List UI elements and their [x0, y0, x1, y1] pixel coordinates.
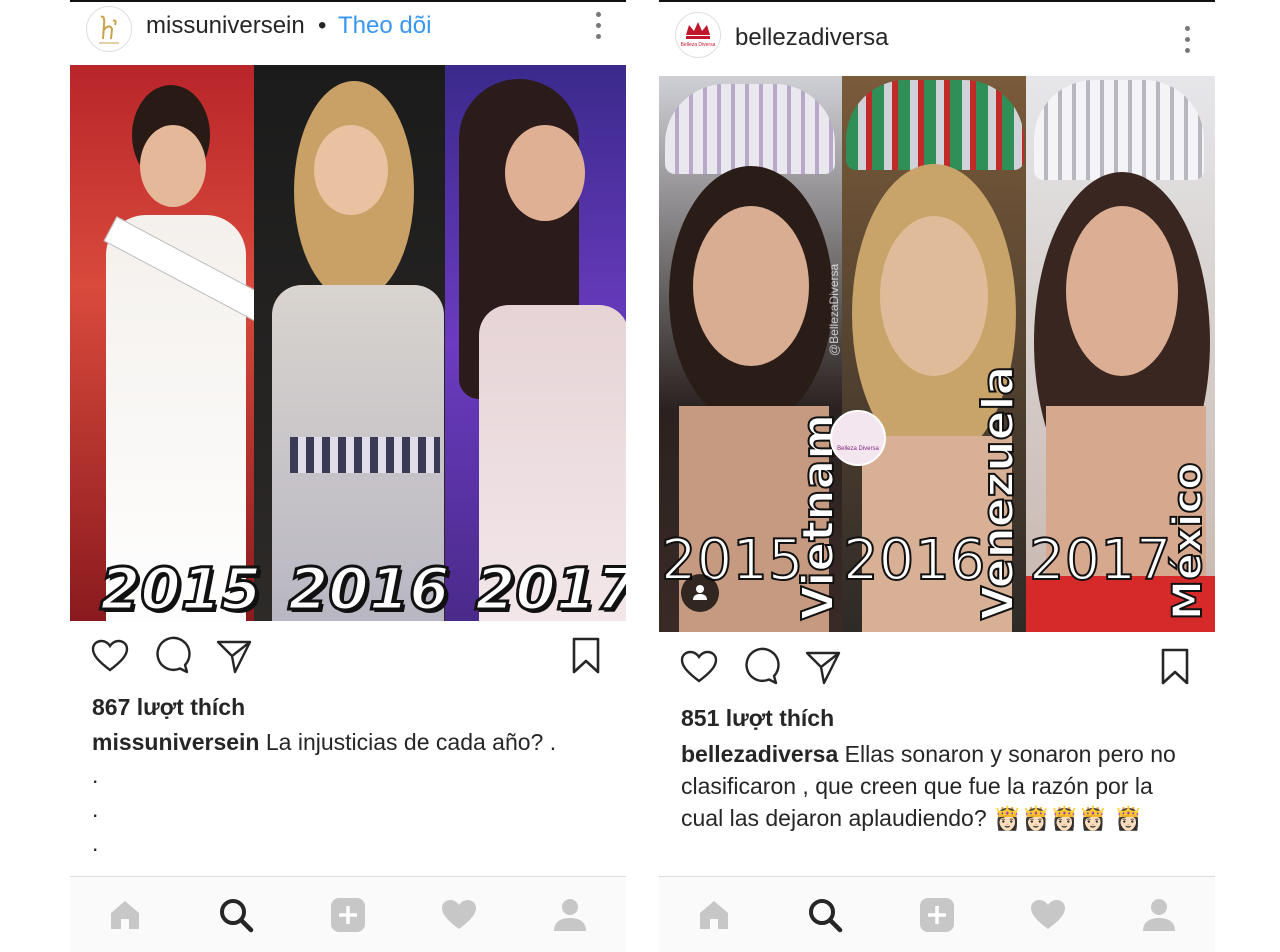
avatar[interactable]: [86, 6, 132, 52]
caption: missuniversein La injusticias de cada añ…: [92, 726, 606, 860]
activity-icon[interactable]: [1028, 895, 1068, 935]
caption-username[interactable]: bellezadiversa: [681, 741, 838, 767]
country-label-mexico: México: [1164, 461, 1212, 621]
caption-username[interactable]: missuniversein: [92, 729, 259, 755]
post-actions: [70, 636, 626, 686]
bottom-nav: [659, 876, 1215, 952]
crown-logo-icon: [676, 13, 720, 57]
more-options-icon[interactable]: [1185, 26, 1191, 56]
bookmark-icon[interactable]: [1155, 647, 1195, 687]
post-username[interactable]: bellezadiversa: [735, 24, 888, 52]
heart-icon[interactable]: [679, 647, 719, 687]
separator-dot: •: [318, 12, 327, 39]
country-label-venezuela: Venezuela: [972, 365, 1025, 621]
tag-people-icon[interactable]: [681, 574, 719, 612]
home-icon[interactable]: [694, 895, 734, 935]
more-options-icon[interactable]: [596, 12, 602, 42]
image-panel-2017: [445, 65, 626, 621]
post-header: missuniversein • Theo dõi: [70, 2, 626, 60]
post-missuniversein: missuniversein • Theo dõi 2015 2016 2017: [70, 0, 626, 952]
activity-icon[interactable]: [439, 895, 479, 935]
share-icon[interactable]: [214, 636, 254, 676]
bottom-nav: [70, 876, 626, 952]
likes-count[interactable]: 867 lượt thích: [92, 694, 245, 721]
post-bellezadiversa: Belleza Diversa bellezadiversa 2015 2016…: [659, 0, 1215, 952]
post-image[interactable]: 2015 2016 2017 Vietnam Venezuela México …: [659, 76, 1215, 632]
follow-button[interactable]: Theo dõi: [338, 12, 431, 40]
caption: bellezadiversa Ellas sonaron y sonaron p…: [681, 738, 1195, 834]
year-label-2015: 2015: [98, 554, 262, 622]
sticker-label: Belleza Diversa: [837, 446, 879, 452]
avatar-logo-icon: [87, 7, 131, 51]
avatar-label: Belleza Diversa: [680, 42, 716, 48]
likes-count[interactable]: 851 lượt thích: [681, 705, 834, 732]
bookmark-icon[interactable]: [566, 636, 606, 676]
home-icon[interactable]: [105, 895, 145, 935]
search-icon[interactable]: [805, 895, 845, 935]
comment-icon[interactable]: [152, 636, 192, 676]
post-actions: [659, 647, 1215, 697]
caption-dot: .: [92, 796, 99, 822]
share-icon[interactable]: [803, 647, 843, 687]
year-label-2016: 2016: [842, 527, 987, 594]
profile-icon[interactable]: [1139, 895, 1179, 935]
profile-icon[interactable]: [550, 895, 590, 935]
caption-text: La injusticias de cada año? .: [265, 729, 557, 755]
caption-dot: .: [92, 830, 99, 856]
post-image[interactable]: 2015 2016 2017: [70, 65, 626, 621]
year-label-2017: 2017: [1028, 527, 1173, 594]
comment-icon[interactable]: [741, 647, 781, 687]
add-icon[interactable]: [328, 895, 368, 935]
heart-icon[interactable]: [90, 636, 130, 676]
emoji-icon: 👸🏻: [1113, 805, 1143, 831]
post-header: Belleza Diversa bellezadiversa: [659, 2, 1215, 60]
watermark: @BellezaDiversa: [827, 263, 841, 356]
caption-dot: .: [92, 762, 99, 788]
search-icon[interactable]: [216, 895, 256, 935]
add-icon[interactable]: [917, 895, 957, 935]
year-label-2016: 2016: [286, 554, 450, 622]
avatar[interactable]: Belleza Diversa: [675, 12, 721, 58]
image-panel-2015: [70, 65, 254, 621]
year-label-2017: 2017: [473, 554, 626, 622]
sticker-badge: Belleza Diversa: [830, 410, 886, 466]
image-panel-2016: [254, 65, 445, 621]
post-username[interactable]: missuniversein: [146, 12, 305, 40]
